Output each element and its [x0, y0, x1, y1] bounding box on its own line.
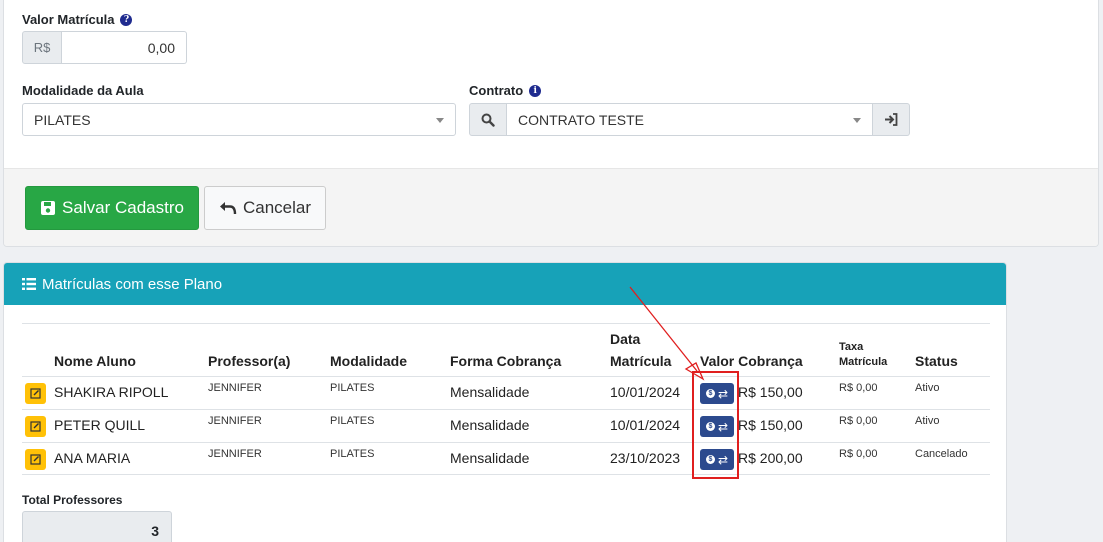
- modalidade-select[interactable]: PILATES: [22, 103, 456, 136]
- change-charge-button[interactable]: $ ⇄: [700, 383, 734, 404]
- info-icon[interactable]: i: [529, 84, 542, 97]
- undo-icon: [219, 202, 237, 215]
- cell-nome: ANA MARIA: [54, 450, 131, 466]
- enrollments-header: Matrículas com esse Plano: [4, 263, 1006, 305]
- edit-button[interactable]: [25, 416, 46, 437]
- enrollments-card: Matrículas com esse Plano Nome Aluno Pro…: [3, 262, 1007, 542]
- col-forma[interactable]: Forma Cobrança: [450, 350, 561, 372]
- col-data[interactable]: Data Matrícula: [610, 328, 671, 372]
- floppy-disk-icon: [41, 201, 56, 215]
- col-status[interactable]: Status: [915, 350, 958, 372]
- coin-icon: $: [705, 455, 715, 464]
- currency-addon: R$: [22, 31, 62, 64]
- cell-forma: Mensalidade: [450, 417, 530, 433]
- cell-valor: R$ 200,00: [738, 450, 803, 466]
- col-professor[interactable]: Professor(a): [208, 350, 290, 372]
- exchange-icon: ⇄: [717, 419, 729, 434]
- cell-modalidade: PILATES: [330, 448, 375, 460]
- search-icon: [481, 113, 495, 127]
- cell-modalidade: PILATES: [330, 415, 375, 427]
- total-professores-field: 3: [22, 511, 172, 542]
- enrollments-table: Nome Aluno Professor(a) Modalidade Forma…: [22, 323, 990, 475]
- contrato-select[interactable]: CONTRATO TESTE: [507, 103, 873, 136]
- sign-in-icon: [885, 113, 898, 126]
- edit-icon: [30, 388, 41, 399]
- info-icon[interactable]: ?: [120, 13, 133, 26]
- cell-professor: JENNIFER: [208, 415, 262, 427]
- contrato-group: CONTRATO TESTE: [469, 103, 910, 136]
- exchange-icon: ⇄: [717, 452, 729, 467]
- cell-data: 23/10/2023: [610, 450, 681, 466]
- valor-matricula-group: R$ 0,00: [22, 31, 187, 64]
- edit-button[interactable]: [25, 383, 46, 404]
- cell-valor: R$ 150,00: [738, 417, 803, 433]
- cell-taxa: R$ 0,00: [839, 382, 878, 394]
- modalidade-group: PILATES: [22, 103, 456, 136]
- table-row: ANA MARIA JENNIFER PILATES Mensalidade 2…: [22, 442, 990, 475]
- table-row: SHAKIRA RIPOLL JENNIFER PILATES Mensalid…: [22, 376, 990, 409]
- cancel-button[interactable]: Cancelar: [204, 186, 326, 230]
- chevron-down-icon: [853, 118, 861, 123]
- coin-icon: $: [705, 422, 715, 431]
- list-icon: [22, 278, 36, 290]
- valor-matricula-label: Valor Matrícula ?: [22, 12, 133, 27]
- cell-professor: JENNIFER: [208, 382, 262, 394]
- cell-taxa: R$ 0,00: [839, 448, 878, 460]
- change-charge-button[interactable]: $ ⇄: [700, 416, 734, 437]
- cell-status: Ativo: [915, 382, 940, 394]
- edit-icon: [30, 454, 41, 465]
- total-professores-label: Total Professores: [22, 493, 123, 507]
- exchange-icon: ⇄: [717, 386, 729, 401]
- col-valor[interactable]: Valor Cobrança: [700, 350, 803, 372]
- cell-forma: Mensalidade: [450, 450, 530, 466]
- enrollments-title: Matrículas com esse Plano: [42, 275, 223, 293]
- edit-icon: [30, 421, 41, 432]
- valor-matricula-input[interactable]: 0,00: [62, 31, 187, 64]
- save-button[interactable]: Salvar Cadastro: [25, 186, 199, 230]
- cell-data: 10/01/2024: [610, 417, 681, 433]
- edit-button[interactable]: [25, 449, 46, 470]
- cell-status: Ativo: [915, 415, 940, 427]
- cell-modalidade: PILATES: [330, 382, 375, 394]
- coin-icon: $: [705, 389, 715, 398]
- cell-nome: SHAKIRA RIPOLL: [54, 384, 169, 400]
- cell-nome: PETER QUILL: [54, 417, 146, 433]
- cell-data: 10/01/2024: [610, 384, 681, 400]
- modalidade-label: Modalidade da Aula: [22, 83, 144, 98]
- col-modalidade[interactable]: Modalidade: [330, 350, 407, 372]
- search-addon[interactable]: [469, 103, 507, 136]
- cell-status: Cancelado: [915, 448, 968, 460]
- cell-taxa: R$ 0,00: [839, 415, 878, 427]
- cell-forma: Mensalidade: [450, 384, 530, 400]
- col-nome[interactable]: Nome Aluno: [54, 350, 136, 372]
- change-charge-button[interactable]: $ ⇄: [700, 449, 734, 470]
- table-row: PETER QUILL JENNIFER PILATES Mensalidade…: [22, 409, 990, 442]
- col-taxa[interactable]: Taxa Matrícula: [839, 340, 887, 370]
- chevron-down-icon: [436, 118, 444, 123]
- open-contract-button[interactable]: [873, 103, 910, 136]
- cell-professor: JENNIFER: [208, 448, 262, 460]
- cell-valor: R$ 150,00: [738, 384, 803, 400]
- contrato-label: Contrato i: [469, 83, 542, 98]
